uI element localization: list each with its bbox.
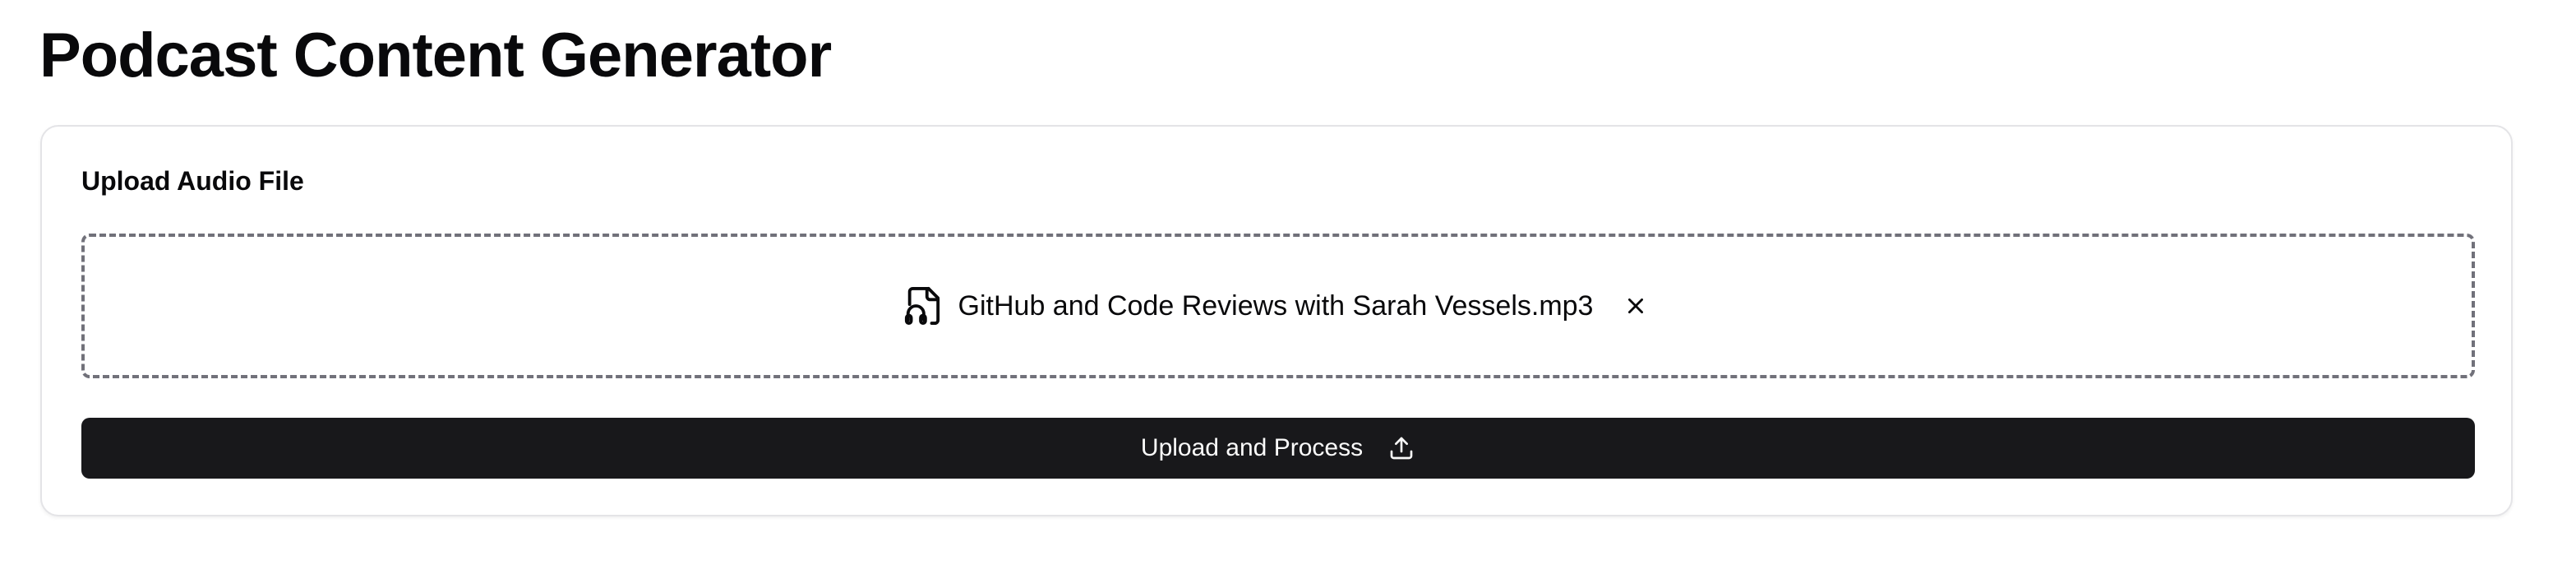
upload-icon	[1387, 434, 1415, 462]
upload-and-process-label: Upload and Process	[1140, 434, 1364, 461]
upload-and-process-button[interactable]: Upload and Process	[81, 418, 2475, 479]
file-dropzone[interactable]: GitHub and Code Reviews with Sarah Vesse…	[81, 234, 2475, 378]
upload-card: Upload Audio File GitHub and Code Review…	[40, 125, 2513, 516]
page-title: Podcast Content Generator	[39, 21, 832, 90]
file-audio-icon	[903, 285, 942, 327]
remove-file-button[interactable]	[1618, 288, 1654, 324]
upload-card-heading: Upload Audio File	[81, 166, 304, 196]
close-icon	[1628, 299, 1644, 313]
selected-file-name: GitHub and Code Reviews with Sarah Vesse…	[958, 289, 1594, 322]
